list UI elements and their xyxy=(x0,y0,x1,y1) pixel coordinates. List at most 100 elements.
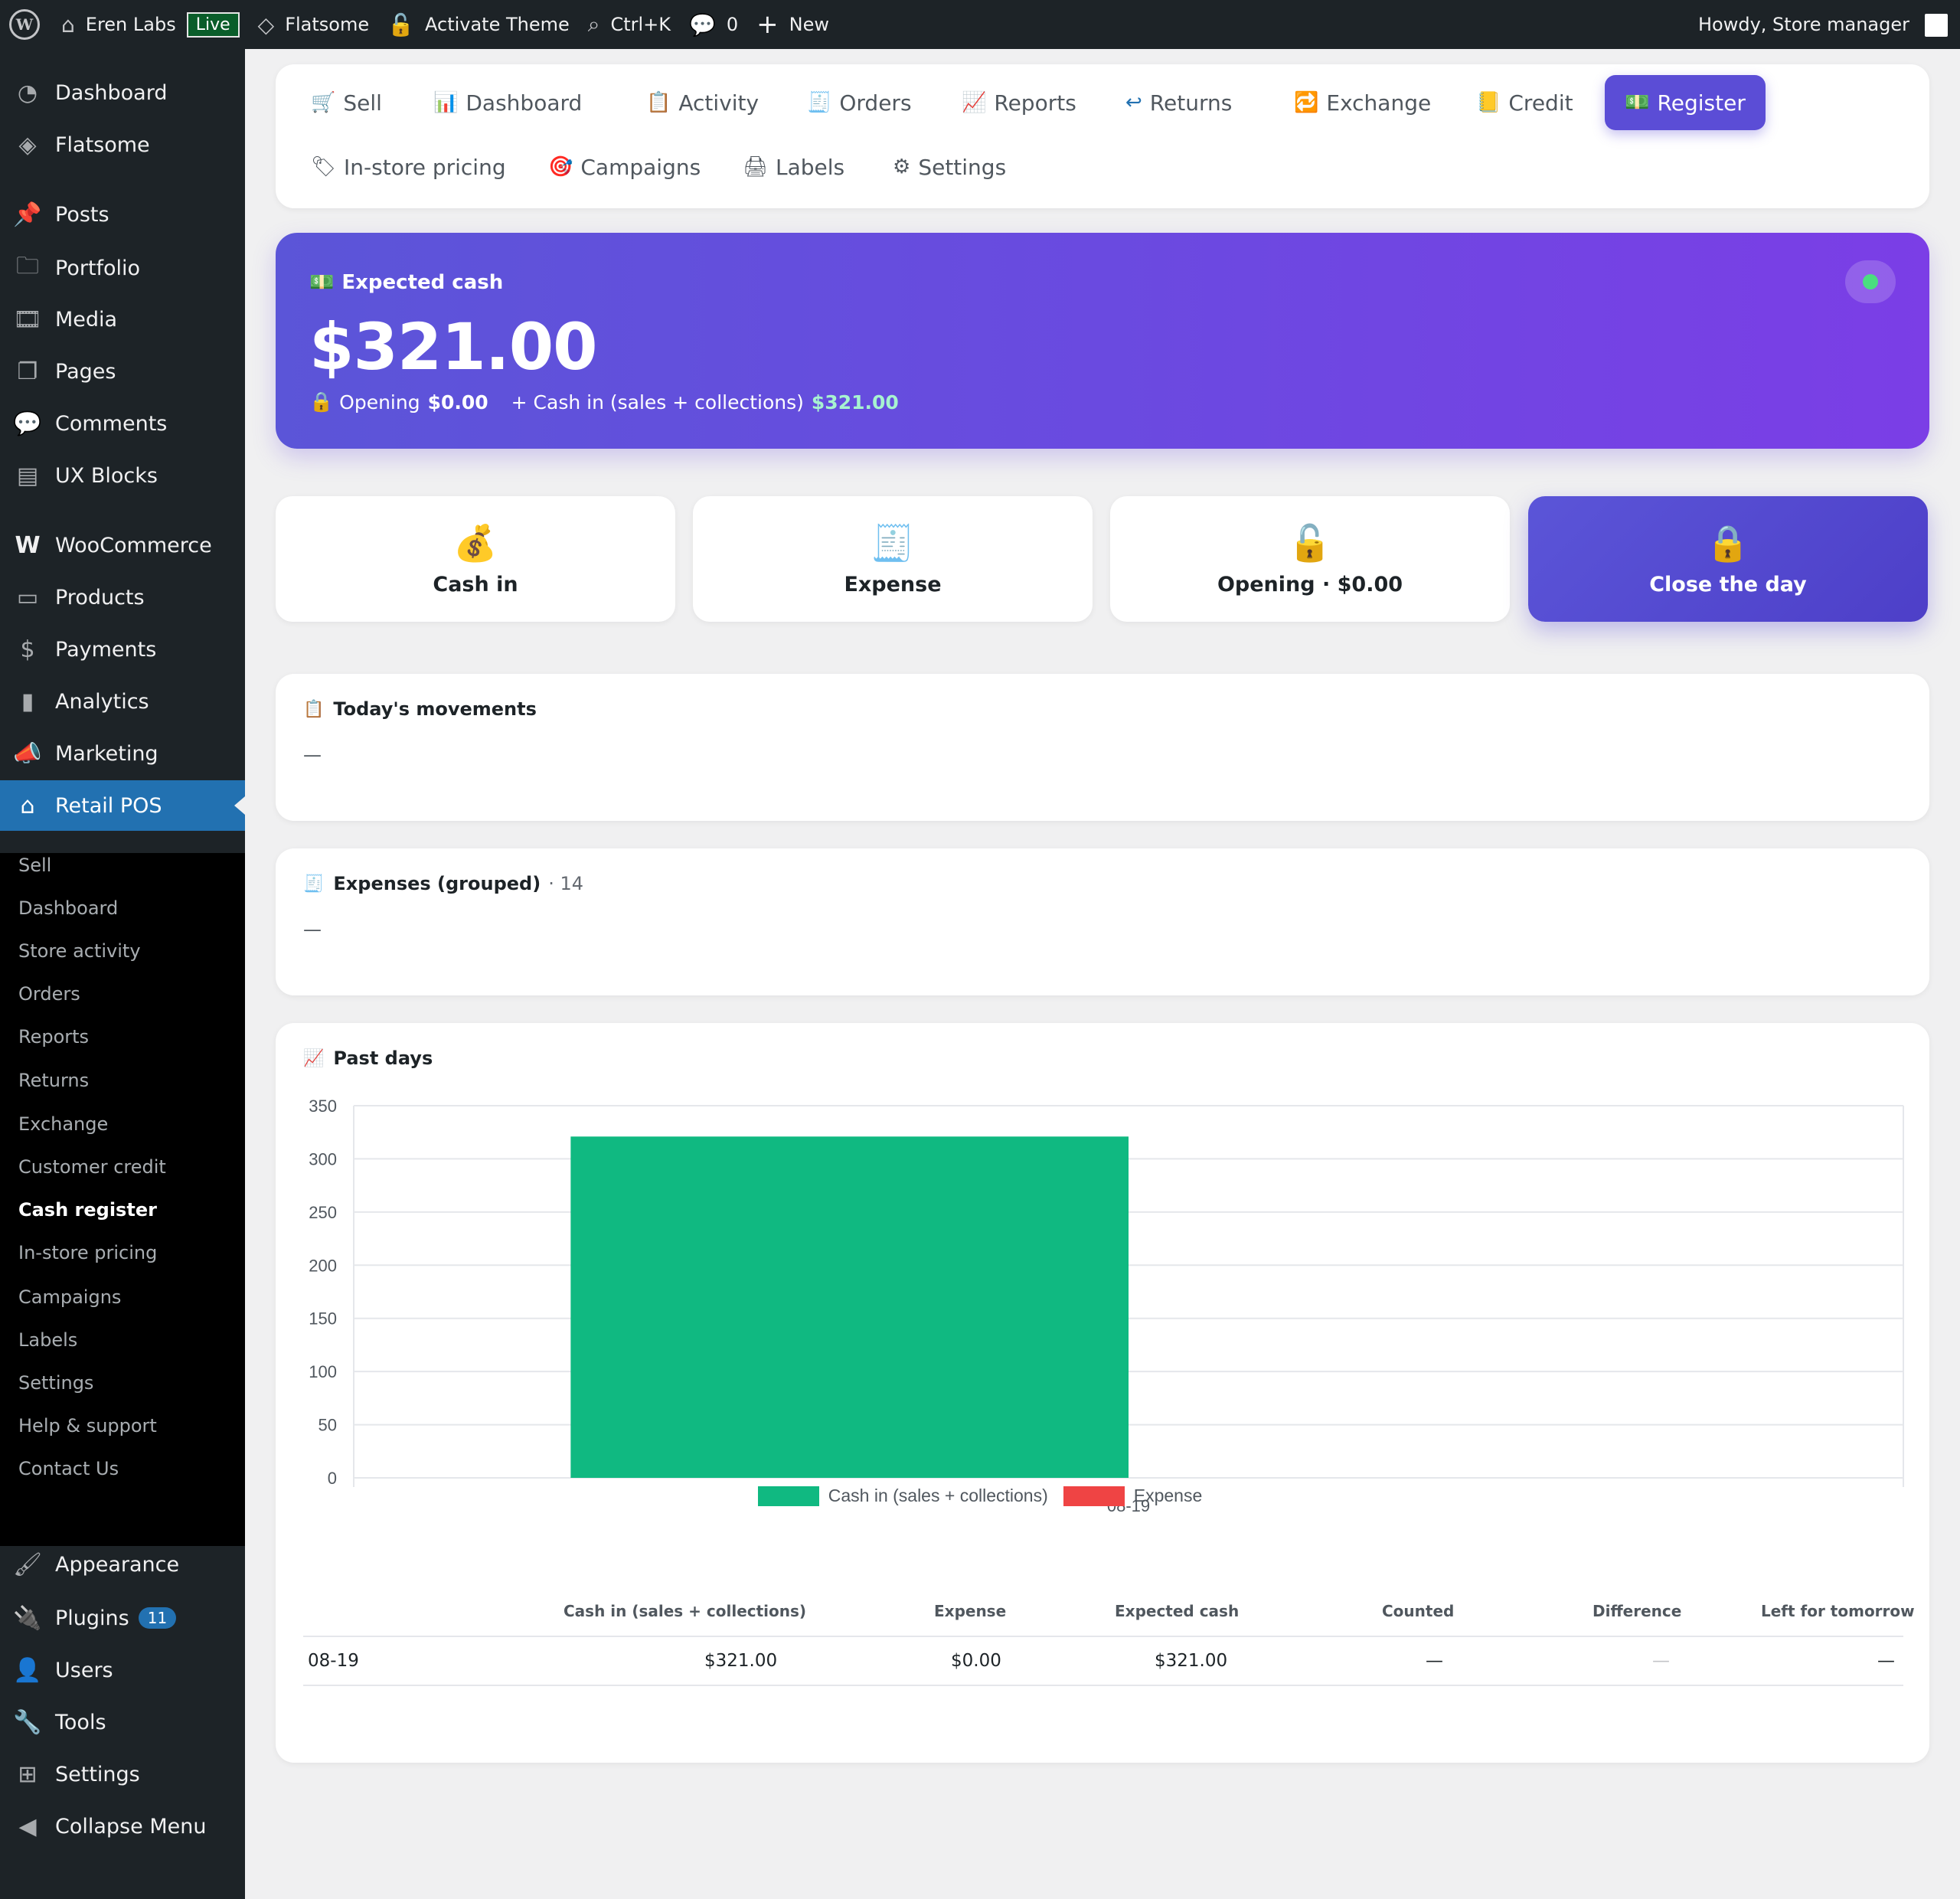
sidebar-item-retail-pos[interactable]: ⌂ Retail POS xyxy=(0,780,245,831)
sidebar-item-posts[interactable]: 📌 Posts xyxy=(0,189,245,240)
theme-link[interactable]: ◇ Flatsome xyxy=(249,0,378,49)
legend-item-expense[interactable]: Expense xyxy=(1063,1486,1202,1506)
cash-icon: 💵 xyxy=(309,271,335,294)
sidebar-item-media[interactable]: 🎞 Media xyxy=(0,294,245,345)
admin-sidebar: ◔ Dashboard ◈ Flatsome 📌 Posts 🗀 Portfolio 🎞… xyxy=(0,49,245,1899)
past-days-title: 📈 Past days xyxy=(303,1048,433,1069)
comments-link[interactable]: 💬 0 xyxy=(680,0,747,49)
collapse-icon: ◀ xyxy=(18,1812,37,1840)
submenu-dashboard[interactable]: Dashboard xyxy=(18,893,118,923)
submenu-returns[interactable]: Returns xyxy=(18,1065,89,1096)
plug-icon: 🔌 xyxy=(13,1604,42,1632)
live-badge: Live xyxy=(186,11,240,38)
todays-movements-title: 📋 Today's movements xyxy=(303,698,537,720)
sidebar-item-users[interactable]: 👤 Users xyxy=(0,1645,245,1695)
expense-button[interactable]: 🧾 Expense xyxy=(693,496,1093,622)
sidebar-item-pages[interactable]: ❐ Pages xyxy=(0,346,245,397)
tab-activity[interactable]: 📋 Activity xyxy=(634,75,771,130)
tab-in-store-pricing[interactable]: 🏷 In-store pricing xyxy=(299,139,518,194)
tab-sell[interactable]: 🛒 Sell xyxy=(299,75,394,130)
howdy-user[interactable]: Howdy, Store manager xyxy=(1698,0,1909,49)
submenu-exchange[interactable]: Exchange xyxy=(18,1109,108,1139)
search-link[interactable]: ⌕ Ctrl+K xyxy=(579,0,680,49)
past-days-card: 📈 Past days xyxy=(276,1023,1929,1763)
megaphone-icon: 📣 xyxy=(13,740,42,767)
sidebar-item-collapse-menu[interactable]: ◀ Collapse Menu xyxy=(0,1801,245,1852)
sidebar-item-analytics[interactable]: ▮ Analytics xyxy=(0,676,245,727)
sidebar-item-comments[interactable]: 💬 Comments xyxy=(0,398,245,449)
tab-register[interactable]: 💵 Register xyxy=(1605,75,1766,130)
expected-cash-label: 💵 Expected cash xyxy=(309,271,504,294)
folder-icon: 🗀 xyxy=(16,252,39,279)
legend-item-cash-in[interactable]: Cash in (sales + collections) xyxy=(757,1486,1048,1506)
submenu-cash-register[interactable]: Cash register xyxy=(18,1195,157,1225)
plus-icon: + xyxy=(756,9,779,40)
main-content: 🛒 Sell 📊 Dashboard 📋 Activity 🧾 Orders 📈 Repo… xyxy=(245,49,1960,1899)
sidebar-item-portfolio[interactable]: 🗀 Portfolio xyxy=(0,243,245,293)
submenu-contact-us[interactable]: Contact Us xyxy=(18,1453,119,1484)
new-content-link[interactable]: + New xyxy=(747,0,838,49)
diamond-icon: ◈ xyxy=(18,131,37,159)
tab-dashboard[interactable]: 📊 Dashboard xyxy=(421,75,594,130)
pages-icon: ❐ xyxy=(17,358,38,385)
col-header-counted: Counted xyxy=(1382,1602,1455,1620)
submenu-sell[interactable]: Sell xyxy=(18,850,51,881)
tab-returns[interactable]: ↩ Returns xyxy=(1113,75,1244,130)
tab-campaigns[interactable]: 🎯 Campaigns xyxy=(536,139,713,194)
submenu-orders[interactable]: Orders xyxy=(18,979,80,1009)
expenses-grouped-card: 🧾 Expenses (grouped) · 14 — xyxy=(276,848,1929,995)
expenses-grouped-title: 🧾 Expenses (grouped) · 14 xyxy=(303,873,583,894)
close-day-button[interactable]: 🔒 Close the day xyxy=(1528,496,1928,622)
comment-icon: 💬 xyxy=(13,410,42,437)
sidebar-item-tools[interactable]: 🔧 Tools xyxy=(0,1697,245,1747)
submenu-help-support[interactable]: Help & support xyxy=(18,1410,157,1441)
submenu-store-activity[interactable]: Store activity xyxy=(18,936,141,966)
dollar-icon: $ xyxy=(20,636,35,663)
submenu-customer-credit[interactable]: Customer credit xyxy=(18,1152,166,1182)
col-header-left-for-tomorrow: Left for tomorrow xyxy=(1761,1602,1915,1620)
blocks-icon: ▤ xyxy=(16,462,39,489)
sidebar-item-payments[interactable]: $ Payments xyxy=(0,624,245,675)
opening-button[interactable]: 🔓 Opening · $0.00 xyxy=(1110,496,1510,622)
tag-icon: 🏷 xyxy=(311,155,337,178)
submenu-reports[interactable]: Reports xyxy=(18,1021,89,1052)
tab-credit[interactable]: 📒 Credit xyxy=(1464,75,1586,130)
receipt-icon: 🧾 xyxy=(303,874,325,894)
sidebar-item-woocommerce[interactable]: W WooCommerce xyxy=(0,520,245,570)
cash-in-button[interactable]: 💰 Cash in xyxy=(276,496,675,622)
expected-cash-hero: 💵 Expected cash $321.00 🔒 Opening $0.00 + … xyxy=(276,233,1929,449)
col-header-cash-in: Cash in (sales + collections) xyxy=(564,1602,807,1620)
cell-counted: — xyxy=(1426,1651,1443,1671)
archive-icon: ▭ xyxy=(16,583,39,611)
tab-reports[interactable]: 📈 Reports xyxy=(949,75,1089,130)
movements-empty: — xyxy=(303,744,322,766)
sidebar-item-products[interactable]: ▭ Products xyxy=(0,572,245,623)
cash-icon: 💵 xyxy=(1625,91,1650,114)
plugins-update-badge: 11 xyxy=(138,1607,177,1629)
cell-difference: — xyxy=(1652,1651,1670,1671)
sidebar-item-appearance[interactable]: 🖌 Appearance xyxy=(0,1539,245,1590)
sidebar-item-plugins[interactable]: 🔌 Plugins 11 xyxy=(0,1593,245,1643)
wordpress-logo-icon[interactable]: W xyxy=(9,9,40,40)
submenu-in-store-pricing[interactable]: In-store pricing xyxy=(18,1237,157,1268)
submenu-campaigns[interactable]: Campaigns xyxy=(18,1282,121,1312)
printer-icon: 🖨 xyxy=(743,155,769,178)
sidebar-item-settings[interactable]: ⊞ Settings xyxy=(0,1749,245,1799)
activate-theme-link[interactable]: 🔓 Activate Theme xyxy=(378,0,579,49)
avatar[interactable] xyxy=(1925,14,1948,37)
submenu-labels[interactable]: Labels xyxy=(18,1325,77,1355)
submenu-settings[interactable]: Settings xyxy=(18,1368,93,1398)
sidebar-item-flatsome[interactable]: ◈ Flatsome xyxy=(0,119,245,170)
site-name-link[interactable]: ⌂ Eren Labs Live xyxy=(52,0,249,49)
diamond-icon: ◇ xyxy=(257,11,275,38)
tab-orders[interactable]: 🧾 Orders xyxy=(795,75,924,130)
chart-legend: Cash in (sales + collections) Expense xyxy=(0,1486,1960,1506)
search-icon: ⌕ xyxy=(587,11,600,37)
gear-icon: ⚙ xyxy=(893,155,911,178)
tab-labels[interactable]: 🖨 Labels xyxy=(730,139,857,194)
sidebar-item-ux-blocks[interactable]: ▤ UX Blocks xyxy=(0,450,245,501)
tab-settings[interactable]: ⚙ Settings xyxy=(880,139,1018,194)
tab-exchange[interactable]: 🔁 Exchange xyxy=(1282,75,1443,130)
sidebar-item-marketing[interactable]: 📣 Marketing xyxy=(0,728,245,779)
sidebar-item-dashboard[interactable]: ◔ Dashboard xyxy=(0,67,245,118)
